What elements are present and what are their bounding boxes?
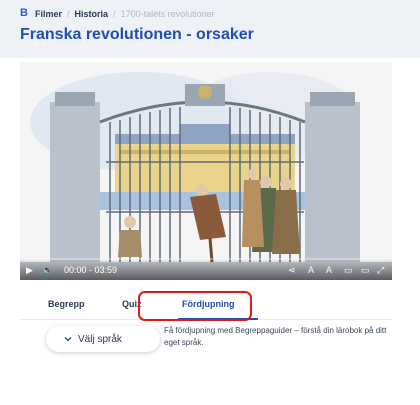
breadcrumb-historia[interactable]: Historia xyxy=(75,9,109,19)
breadcrumb-current: 1700-talets revolutioner xyxy=(120,8,215,19)
breadcrumb: B Filmer / Historia / 1700-talets revolu… xyxy=(20,8,215,19)
video-player[interactable]: ▶ 🔈 00:00 - 03:59 ⋖ A A ▭ ▭ ⤢ xyxy=(20,62,392,280)
tab-begrepp[interactable]: Begrepp xyxy=(48,299,85,309)
text-smaller-icon[interactable]: A xyxy=(308,264,314,276)
header: B Filmer / Historia / 1700-talets revolu… xyxy=(0,0,420,58)
play-icon[interactable]: ▶ xyxy=(26,264,33,276)
volume-icon[interactable]: 🔈 xyxy=(42,264,53,276)
page-title: Franska revolutionen - orsaker xyxy=(20,26,254,43)
text-larger-icon[interactable]: A xyxy=(326,264,332,276)
breadcrumb-separator: / xyxy=(113,8,116,19)
breadcrumb-separator: / xyxy=(67,8,70,19)
filmer-logo-icon: B xyxy=(20,7,28,19)
subtitles-icon[interactable]: ▭ xyxy=(344,264,353,276)
player-controls: ▶ 🔈 00:00 - 03:59 ⋖ A A ▭ ▭ ⤢ xyxy=(20,258,392,280)
video-frame xyxy=(20,62,392,280)
fullscreen-icon[interactable]: ⤢ xyxy=(377,264,384,276)
breadcrumb-filmer[interactable]: Filmer xyxy=(35,9,62,19)
pip-icon[interactable]: ▭ xyxy=(361,264,370,276)
time-display: 00:00 - 03:59 xyxy=(64,265,118,275)
highlight-box xyxy=(138,291,252,321)
language-select[interactable]: Välj språk xyxy=(46,326,160,352)
language-select-label: Välj språk xyxy=(78,333,122,345)
fordjupning-description: Få fördjupning med Begreppaguider – förs… xyxy=(164,326,387,347)
progress-bar[interactable] xyxy=(24,258,388,260)
share-icon[interactable]: ⋖ xyxy=(288,264,296,276)
chevron-down-icon xyxy=(64,336,72,342)
